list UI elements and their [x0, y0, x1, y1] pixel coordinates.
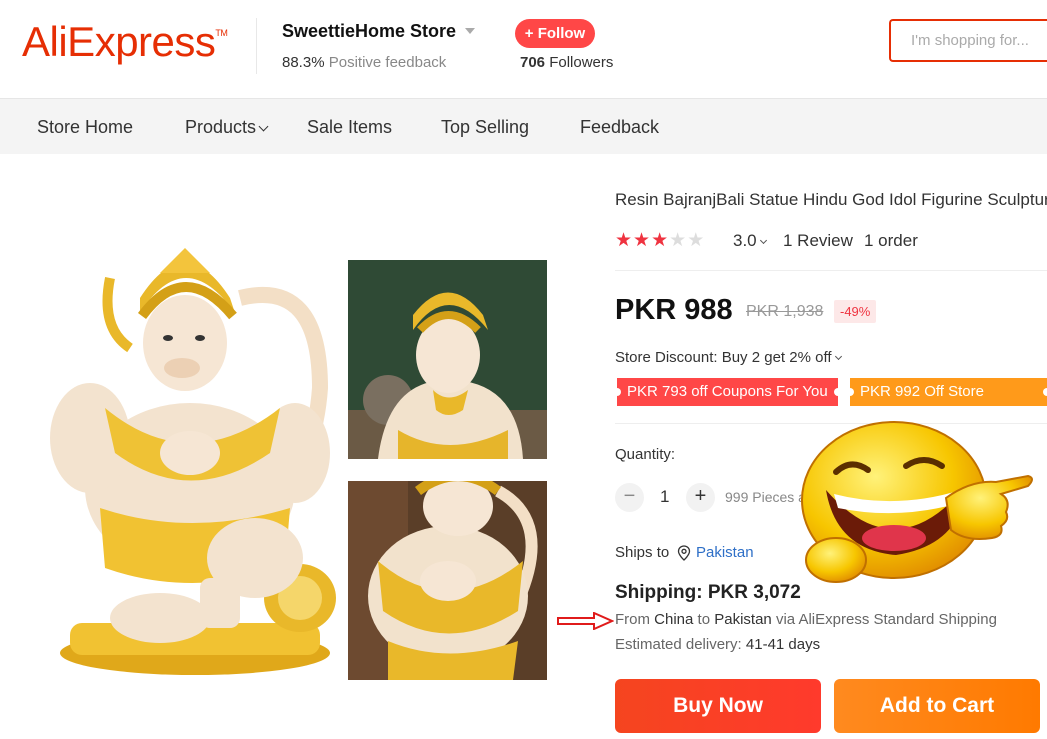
quantity-increase-button[interactable]: +: [686, 483, 715, 512]
ship-from-prefix: From: [615, 611, 650, 628]
positive-feedback-percent: 88.3%: [282, 54, 325, 71]
discount-badge: -49%: [834, 300, 877, 323]
nav-sale-items[interactable]: Sale Items: [307, 117, 392, 138]
chevron-down-icon: [258, 121, 269, 132]
ship-origin: China: [654, 611, 694, 628]
product-thumbnail-1[interactable]: [348, 260, 547, 459]
estimated-delivery-label: Estimated delivery:: [615, 636, 742, 653]
store-menu-caret-icon[interactable]: [465, 28, 475, 34]
add-to-cart-button[interactable]: Add to Cart: [834, 679, 1040, 733]
chevron-down-icon: [759, 236, 767, 245]
aliexpress-logo[interactable]: AliExpressTM: [22, 18, 228, 66]
quantity-label: Quantity:: [615, 446, 676, 463]
store-name[interactable]: SweettieHome Store: [282, 21, 456, 42]
location-pin-icon: [677, 545, 691, 561]
nav-feedback[interactable]: Feedback: [580, 117, 659, 138]
nav-store-home[interactable]: Store Home: [37, 117, 133, 138]
chevron-down-icon: [834, 352, 842, 361]
shipping-price: Shipping: PKR 3,072: [615, 582, 801, 603]
store-coupon[interactable]: PKR 992 Off Store Coupon: [846, 378, 1047, 428]
estimated-delivery: Estimated delivery: 41-41 days: [615, 636, 820, 653]
positive-feedback-label: Positive feedback: [328, 54, 447, 71]
header-divider: [256, 18, 257, 74]
search-input[interactable]: I'm shopping for...: [889, 19, 1047, 62]
buy-now-button[interactable]: Buy Now: [615, 679, 821, 733]
current-price: PKR 988: [615, 294, 733, 326]
star-filled-icon: ★: [633, 230, 652, 251]
laughing-emoji-icon: [801, 421, 1033, 583]
ship-from-mid: to: [697, 611, 711, 628]
logo-text: AliExpress: [22, 18, 216, 65]
star-filled-icon: ★: [651, 230, 670, 251]
store-nav: Store Home Products Sale Items Top Selli…: [0, 98, 1047, 154]
product-title: Resin BajranjBali Statue Hindu God Idol …: [615, 190, 1047, 209]
red-arrow-icon: [557, 612, 614, 630]
ships-to-country-link[interactable]: Pakistan: [696, 544, 754, 561]
product-thumbnail-2[interactable]: [348, 481, 547, 680]
followers-number: 706: [520, 54, 546, 71]
store-discount-text: Store Discount: Buy 2 get 2% off: [615, 349, 832, 366]
rating-value[interactable]: 3.0: [733, 231, 767, 251]
rating-value-text: 3.0: [733, 231, 757, 250]
estimated-delivery-days: 41-41 days: [745, 636, 821, 653]
star-empty-icon: ★: [669, 230, 688, 251]
star-empty-icon: ★: [687, 230, 706, 251]
follow-button[interactable]: + Follow: [515, 19, 595, 48]
ship-method: via AliExpress Standard Shipping: [775, 611, 997, 628]
quantity-decrease-button[interactable]: −: [615, 483, 644, 512]
rating-stars: ★★★★★: [615, 229, 705, 252]
followers-count: 706 Followers: [520, 54, 613, 71]
nav-top-selling[interactable]: Top Selling: [441, 117, 529, 138]
order-count: 1 order: [864, 231, 918, 250]
nav-products-label: Products: [185, 117, 257, 137]
nav-products[interactable]: Products: [185, 117, 269, 138]
ship-destination: Pakistan: [714, 611, 772, 628]
followers-label: Followers: [549, 54, 614, 71]
original-price: PKR 1,938: [746, 303, 824, 320]
star-icons: ★★★★★: [615, 230, 705, 251]
store-discount[interactable]: Store Discount: Buy 2 get 2% off: [615, 349, 842, 366]
main-product-image[interactable]: [30, 238, 350, 698]
positive-feedback: 88.3% Positive feedback: [282, 54, 446, 71]
store-header: AliExpressTM SweettieHome Store 88.3% Po…: [0, 0, 1047, 98]
review-count[interactable]: 1 Review: [783, 231, 853, 251]
quantity-value[interactable]: 1: [660, 487, 669, 507]
shipping-route: From China to Pakistan via AliExpress St…: [615, 611, 997, 628]
ships-to-label: Ships to: [615, 544, 670, 561]
coupon-for-you[interactable]: PKR 793 off Coupons For You: [613, 378, 842, 406]
divider: [615, 270, 1047, 271]
star-filled-icon: ★: [615, 230, 634, 251]
